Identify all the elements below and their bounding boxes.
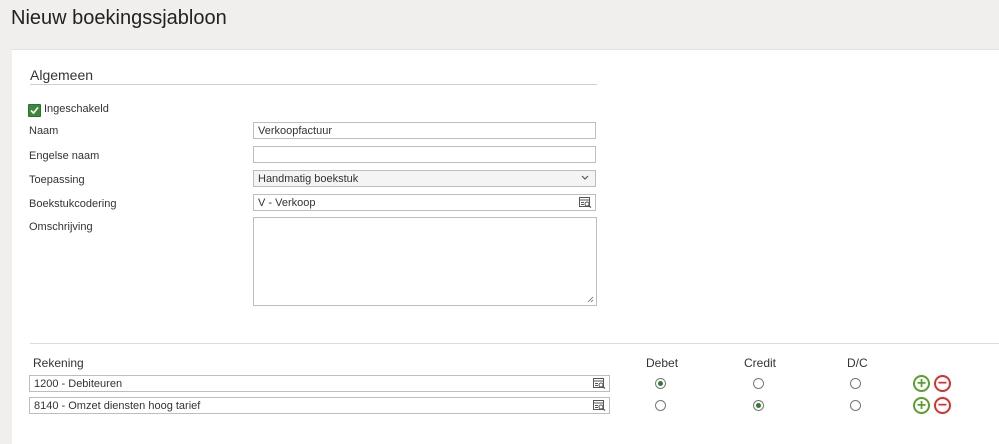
journal-code-field[interactable]: V - Verkoop — [253, 194, 596, 211]
account-value: 8140 - Omzet diensten hoog tarief — [34, 400, 201, 412]
debit-radio-row-1[interactable] — [655, 378, 666, 389]
english-name-input[interactable] — [253, 146, 596, 163]
header-credit: Credit — [744, 356, 777, 370]
account-field-row-1[interactable]: 1200 - Debiteuren — [29, 375, 610, 392]
header-dc: D/C — [847, 356, 868, 370]
application-label: Toepassing — [29, 174, 85, 186]
minus-circle-icon: − — [937, 397, 948, 414]
name-input[interactable]: Verkoopfactuur — [253, 122, 596, 139]
add-line-button[interactable]: + — [913, 397, 930, 414]
add-line-button[interactable]: + — [913, 375, 930, 392]
lines-divider — [30, 343, 999, 344]
english-name-label: Engelse naam — [29, 150, 100, 162]
section-title-general: Algemeen — [30, 67, 94, 83]
minus-circle-icon: − — [937, 375, 948, 392]
enabled-checkbox[interactable] — [28, 104, 41, 117]
chevron-down-icon — [581, 175, 589, 180]
dc-radio-row-1[interactable] — [850, 378, 861, 389]
journal-code-value: V - Verkoop — [258, 197, 316, 209]
name-label: Naam — [29, 125, 59, 137]
enabled-label: Ingeschakeld — [44, 103, 109, 115]
debit-radio-row-2[interactable] — [655, 400, 666, 411]
plus-circle-icon: + — [916, 375, 927, 392]
lookup-icon[interactable] — [579, 197, 592, 208]
account-value: 1200 - Debiteuren — [34, 378, 123, 390]
check-icon — [30, 106, 39, 115]
page-title: Nieuw boekingssjabloon — [11, 7, 227, 29]
description-textarea[interactable] — [253, 217, 597, 306]
description-label: Omschrijving — [29, 221, 93, 233]
application-select[interactable]: Handmatig boekstuk — [253, 170, 596, 187]
application-select-value: Handmatig boekstuk — [258, 173, 359, 185]
credit-radio-row-1[interactable] — [753, 378, 764, 389]
section-divider — [30, 84, 597, 85]
account-field-row-2[interactable]: 8140 - Omzet diensten hoog tarief — [29, 397, 610, 414]
header-account: Rekening — [33, 356, 84, 370]
dc-radio-row-2[interactable] — [850, 400, 861, 411]
credit-radio-row-2[interactable] — [753, 400, 764, 411]
journal-code-label: Boekstukcodering — [29, 198, 117, 210]
remove-line-button[interactable]: − — [934, 397, 951, 414]
resize-grip-icon[interactable] — [587, 296, 594, 303]
lookup-icon[interactable] — [593, 378, 606, 389]
remove-line-button[interactable]: − — [934, 375, 951, 392]
plus-circle-icon: + — [916, 397, 927, 414]
header-debit: Debet — [646, 356, 679, 370]
lookup-icon[interactable] — [593, 400, 606, 411]
